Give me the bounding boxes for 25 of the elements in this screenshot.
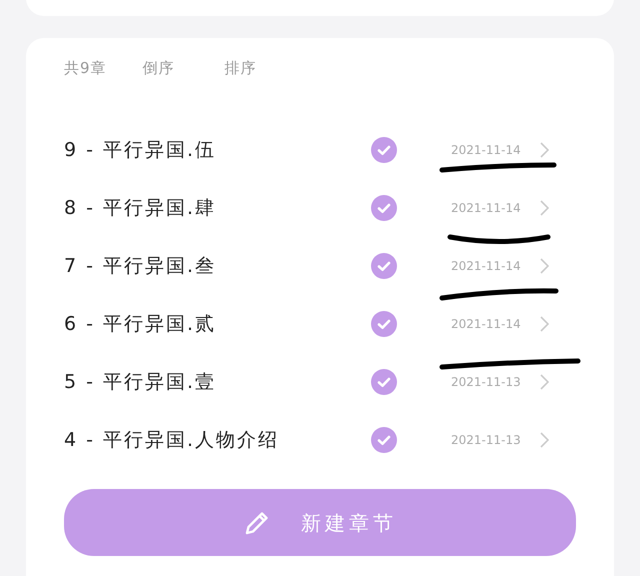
chapter-date: 2021-11-14 — [451, 258, 522, 275]
chapter-row[interactable]: 7 - 平行异国.叁 2021-11-14 — [64, 237, 576, 295]
chapter-count: 共9章 — [64, 58, 107, 79]
chevron-icon — [539, 316, 549, 332]
chapter-date: 2021-11-14 — [451, 142, 522, 159]
chevron-icon — [539, 432, 549, 448]
chapter-date: 2021-11-13 — [451, 432, 522, 449]
chevron-icon — [539, 258, 549, 274]
chapter-title: 9 - 平行异国.伍 — [64, 138, 218, 163]
chevron-icon — [539, 200, 549, 216]
chapter-date: 2021-11-14 — [451, 316, 522, 333]
chevron-icon — [539, 374, 549, 390]
chapter-row[interactable]: 9 - 平行异国.伍 2021-11-14 — [64, 121, 576, 179]
chapter-title: 6 - 平行异国.贰 — [64, 312, 218, 337]
chapter-title: 5 - 平行异国.壹 — [64, 370, 218, 395]
chapter-row[interactable]: 8 - 平行异国.肆 2021-11-14 — [64, 179, 576, 237]
chapter-title: 4 - 平行异国.人物介绍 — [64, 428, 280, 453]
chapter-row[interactable]: 4 - 平行异国.人物介绍 2021-11-13 — [64, 411, 576, 469]
chapter-row[interactable]: 5 - 平行异国.壹 2021-11-13 — [64, 353, 576, 411]
chapter-title: 8 - 平行异国.肆 — [64, 196, 218, 221]
chevron-icon — [539, 142, 549, 158]
chapter-date: 2021-11-14 — [451, 200, 522, 217]
chapter-row[interactable]: 6 - 平行异国.贰 2021-11-14 — [64, 295, 576, 353]
chapter-date: 2021-11-13 — [451, 374, 522, 391]
chapter-title: 7 - 平行异国.叁 — [64, 254, 218, 279]
